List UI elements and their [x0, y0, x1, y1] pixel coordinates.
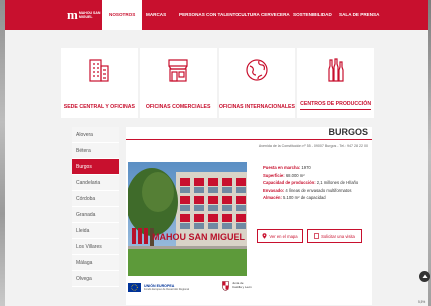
request-visit-button[interactable]: Solicitar una visita: [307, 229, 362, 243]
city-item[interactable]: Bétera: [72, 143, 119, 159]
globe-icon: [246, 59, 268, 81]
city-item[interactable]: Los Villares: [72, 239, 119, 255]
card-label: SEDE CENTRAL Y OFICINAS: [63, 104, 135, 110]
city-item[interactable]: Málaga: [72, 255, 119, 271]
office-building-icon: [89, 59, 109, 82]
fact-start-date: Puesta en marcha: 1970: [263, 165, 311, 170]
nav-personas-con-talento[interactable]: Personas con talento: [179, 0, 239, 30]
card-centros-de-produccion[interactable]: CENTROS DE PRODUCCIÓN: [297, 48, 374, 118]
zoom-level: 5,5%: [418, 300, 426, 304]
city-item[interactable]: Granada: [72, 207, 119, 223]
card-label: OFICINAS INTERNACIONALES: [218, 104, 295, 110]
fact-surface: Superficie: 68.000 m²: [263, 172, 305, 178]
fact-capacity: Capacidad de producción: 2,1 millones de…: [263, 180, 359, 186]
sign-text: MAHOU SAN MIGUEL: [152, 232, 245, 242]
nav-nosotros[interactable]: Nosotros: [102, 0, 143, 30]
nav-cultura-cervecera[interactable]: Cultura cervecera: [238, 0, 290, 30]
card-label: CENTROS DE PRODUCCIÓN: [300, 101, 372, 110]
card-sede-central[interactable]: SEDE CENTRAL Y OFICINAS: [61, 48, 138, 118]
city-item[interactable]: Lleida: [72, 223, 119, 239]
bottles-icon: [328, 58, 344, 82]
card-oficinas-comerciales[interactable]: OFICINAS COMERCIALES: [139, 48, 217, 118]
city-item[interactable]: Córdoba: [72, 191, 119, 207]
city-item[interactable]: Olvega: [72, 271, 119, 287]
eu-logo: UNIÓN EUROPEA Fondo Europeo de Desarroll…: [128, 283, 189, 292]
location-category-cards: SEDE CENTRAL Y OFICINAS OFICINAS COMERCI…: [61, 48, 374, 118]
city-item-selected[interactable]: Burgos: [72, 159, 119, 175]
city-list: Alovera Bétera Burgos Candelaria Córdoba…: [72, 127, 119, 287]
junta-castilla-leon-logo: Junta de Castilla y León: [222, 281, 252, 291]
title-divider: [126, 139, 372, 140]
page-title: BURGOS: [328, 127, 368, 137]
logo-mark: m: [67, 7, 78, 22]
view-map-button[interactable]: Ver en el mapa: [257, 229, 303, 243]
coat-of-arms-icon: [222, 281, 229, 291]
scroll-to-top-button[interactable]: [419, 271, 430, 282]
logo[interactable]: m Mahou San Miguel: [67, 6, 103, 24]
plant-photo: MAHOU SAN MIGUEL: [128, 162, 247, 276]
plant-address: Avenida de la Constitución nº 55 - 09007…: [258, 144, 368, 148]
city-item[interactable]: Candelaria: [72, 175, 119, 191]
nav-sostenibilidad[interactable]: Sostenibilidad: [293, 0, 332, 30]
eu-flag-icon: [128, 283, 141, 292]
plant-facts: Puesta en marcha: 1970 Superficie: 68.00…: [263, 164, 371, 202]
fact-packaging: Envasado: 4 líneas de envasado multiform…: [263, 187, 352, 193]
top-navbar: m Mahou San Miguel Nosotros Marcas Perso…: [5, 0, 428, 30]
card-oficinas-internacionales[interactable]: OFICINAS INTERNACIONALES: [218, 48, 296, 118]
storefront-icon: [168, 59, 188, 82]
nav-marcas[interactable]: Marcas: [146, 0, 166, 30]
map-pin-icon: [262, 233, 267, 239]
document-icon: [314, 233, 319, 239]
nav-sala-de-prensa[interactable]: Sala de prensa: [339, 0, 379, 30]
plant-detail-panel: BURGOS Avenida de la Constitución nº 55 …: [126, 127, 372, 305]
card-label: OFICINAS COMERCIALES: [145, 104, 211, 110]
city-item[interactable]: Alovera: [72, 127, 119, 143]
arrow-up-icon: [422, 274, 427, 278]
logo-text: Mahou San Miguel: [78, 11, 101, 19]
fact-warehouse: Almacén: 5.100 m² de capacidad: [263, 195, 326, 201]
